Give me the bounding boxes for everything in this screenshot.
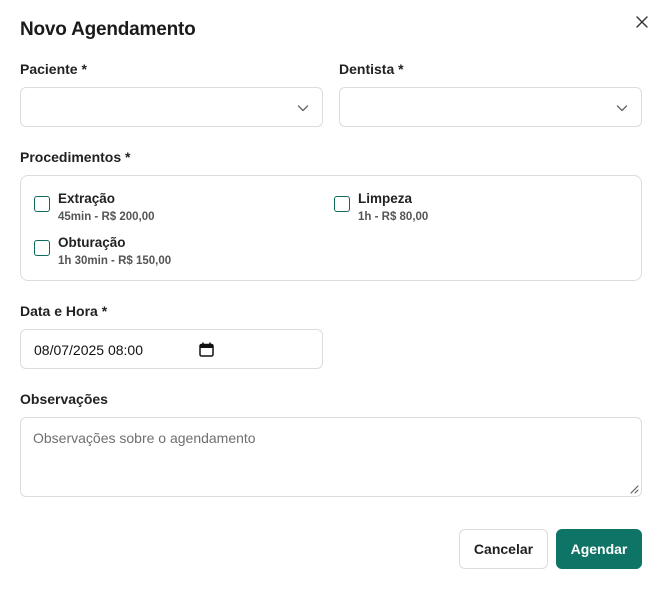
close-icon [636, 16, 648, 28]
procedure-meta: 1h 30min - R$ 150,00 [58, 255, 172, 267]
schedule-button[interactable]: Agendar [556, 529, 642, 569]
procedure-item-obturacao[interactable]: Obturação 1h 30min - R$ 150,00 [34, 234, 171, 269]
paciente-label: Paciente * [20, 61, 87, 77]
observacoes-placeholder: Observações sobre o agendamento [33, 430, 256, 446]
dentista-label: Dentista * [339, 61, 404, 77]
datetime-input[interactable]: 08/07/2025 08:00 [20, 329, 323, 369]
dialog-title: Novo Agendamento [20, 19, 196, 40]
cancel-button[interactable]: Cancelar [459, 529, 548, 569]
procedimentos-label: Procedimentos * [20, 149, 131, 165]
procedure-name: Obturação [58, 235, 126, 250]
chevron-down-icon [616, 105, 628, 112]
data-hora-label: Data e Hora * [20, 303, 108, 319]
procedimentos-list: Extração 45min - R$ 200,00 Limpeza 1h - … [20, 175, 642, 281]
procedure-item-limpeza[interactable]: Limpeza 1h - R$ 80,00 [334, 190, 428, 225]
dentista-select[interactable] [339, 87, 642, 127]
procedure-meta: 1h - R$ 80,00 [358, 211, 429, 223]
resize-grip-icon[interactable] [630, 485, 639, 494]
close-button[interactable] [632, 12, 652, 32]
procedure-item-extracao[interactable]: Extração 45min - R$ 200,00 [34, 190, 155, 225]
observacoes-textarea[interactable]: Observações sobre o agendamento [20, 417, 642, 497]
calendar-icon[interactable] [199, 342, 214, 357]
observacoes-label: Observações [20, 391, 108, 407]
new-appointment-dialog: Novo Agendamento Paciente * Dentista * P… [0, 0, 665, 590]
procedure-name: Extração [58, 191, 116, 206]
paciente-select[interactable] [20, 87, 323, 127]
procedure-checkbox[interactable] [34, 196, 50, 212]
procedure-checkbox[interactable] [334, 196, 350, 212]
datetime-value: 08/07/2025 08:00 [34, 342, 143, 358]
chevron-down-icon [297, 105, 309, 112]
procedure-checkbox[interactable] [34, 240, 50, 256]
procedure-meta: 45min - R$ 200,00 [58, 211, 155, 223]
procedure-name: Limpeza [358, 191, 413, 206]
